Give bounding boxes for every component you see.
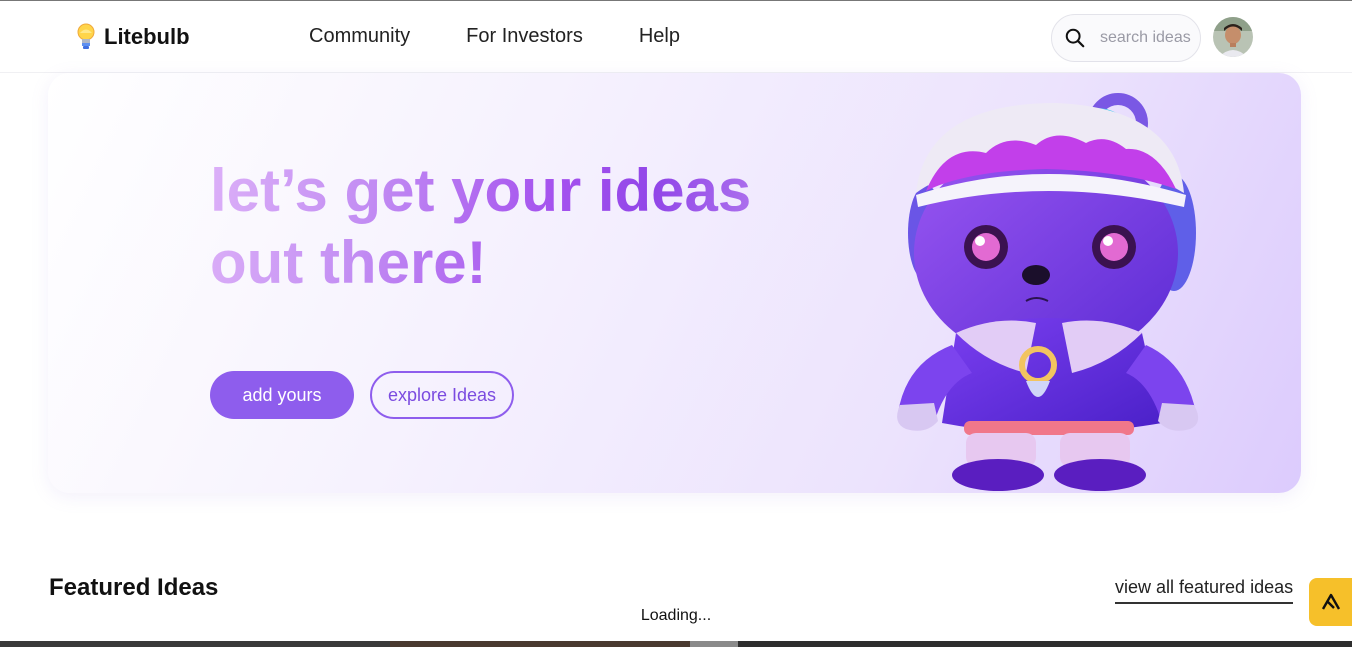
main-nav: Community For Investors Help: [309, 23, 736, 51]
user-avatar-icon: [1213, 17, 1253, 57]
nav-link-for-investors[interactable]: For Investors: [466, 23, 583, 51]
featured-card-preview[interactable]: [738, 641, 1352, 647]
arrow-logo-icon: [1321, 593, 1340, 610]
floating-help-badge[interactable]: [1309, 578, 1352, 626]
hero-title-line1: let’s get your ideas: [210, 157, 752, 224]
explore-ideas-button[interactable]: explore Ideas: [370, 371, 514, 419]
lightbulb-icon: [77, 23, 95, 49]
loading-text: Loading...: [640, 607, 712, 624]
featured-ideas-title: Featured Ideas: [49, 574, 219, 601]
avatar[interactable]: [1213, 17, 1253, 57]
nav-link-help[interactable]: Help: [639, 23, 680, 51]
brand[interactable]: Litebulb: [74, 21, 190, 53]
hero-title: let’s get your ideas out there!: [210, 155, 830, 299]
featured-cards-strip: [0, 641, 1352, 647]
featured-card-preview[interactable]: [690, 641, 738, 647]
search-icon: [1065, 28, 1085, 48]
site-header: Litebulb Community For Investors Help: [0, 1, 1352, 73]
brand-name: Litebulb: [104, 24, 190, 49]
bear-mascot-illustration: [897, 93, 1199, 491]
nav-link-community[interactable]: Community: [309, 23, 410, 51]
hero-title-line2: out there!: [210, 229, 487, 296]
featured-card-preview[interactable]: [0, 641, 390, 647]
search-box[interactable]: [1051, 14, 1201, 62]
search-input[interactable]: [1100, 29, 1200, 47]
add-yours-button[interactable]: add yours: [210, 371, 354, 419]
hero-banner: let’s get your ideas out there! add your…: [48, 73, 1301, 493]
view-all-featured-link[interactable]: view all featured ideas: [1115, 576, 1294, 604]
featured-card-preview[interactable]: [390, 641, 690, 647]
